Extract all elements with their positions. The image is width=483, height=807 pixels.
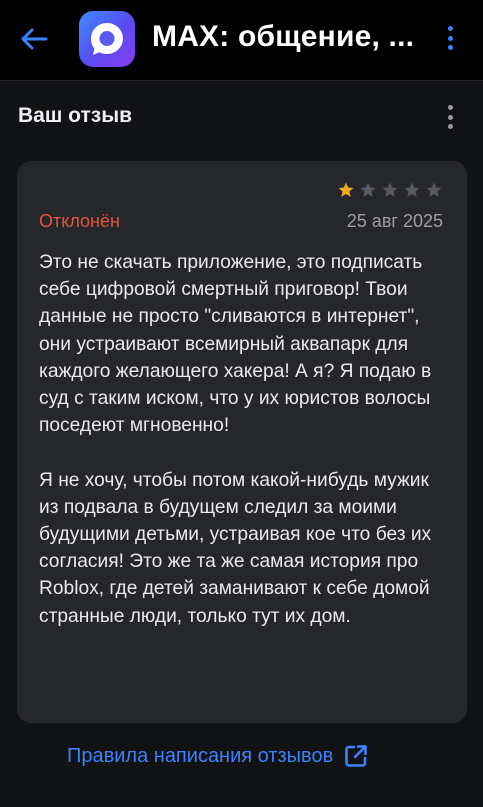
review-rules-label: Правила написания отзывов: [67, 744, 334, 767]
star-rating: [337, 181, 443, 199]
more-vertical-icon: [447, 26, 453, 31]
star-filled-icon: [338, 182, 354, 197]
star-empty-icon: [382, 182, 398, 197]
review-options-button[interactable]: [438, 99, 462, 135]
app-title: MAX: общение, ...: [152, 20, 415, 53]
open-in-new-icon: [345, 745, 368, 767]
chat-bubble-icon: [91, 23, 123, 55]
status-badge: Отклонён: [39, 211, 120, 231]
app-header: MAX: общение, ...: [0, 0, 483, 81]
review-card: Отклонён 25 авг 2025 Это не скачать прил…: [17, 161, 467, 723]
star-empty-icon: [426, 182, 442, 197]
arrow-left-icon: [21, 28, 48, 50]
review-text: Это не скачать приложение, это подписать…: [39, 252, 432, 627]
more-vertical-icon: [447, 105, 453, 110]
review-date: 25 авг 2025: [346, 211, 443, 231]
star-empty-icon: [360, 182, 376, 197]
back-button[interactable]: [14, 21, 54, 57]
review-rules-link[interactable]: Правила написания отзывов: [67, 743, 369, 769]
more-options-button[interactable]: [438, 20, 462, 56]
max-app-logo: [79, 11, 135, 67]
page-title: Ваш отзыв: [18, 104, 133, 127]
star-empty-icon: [404, 182, 420, 197]
